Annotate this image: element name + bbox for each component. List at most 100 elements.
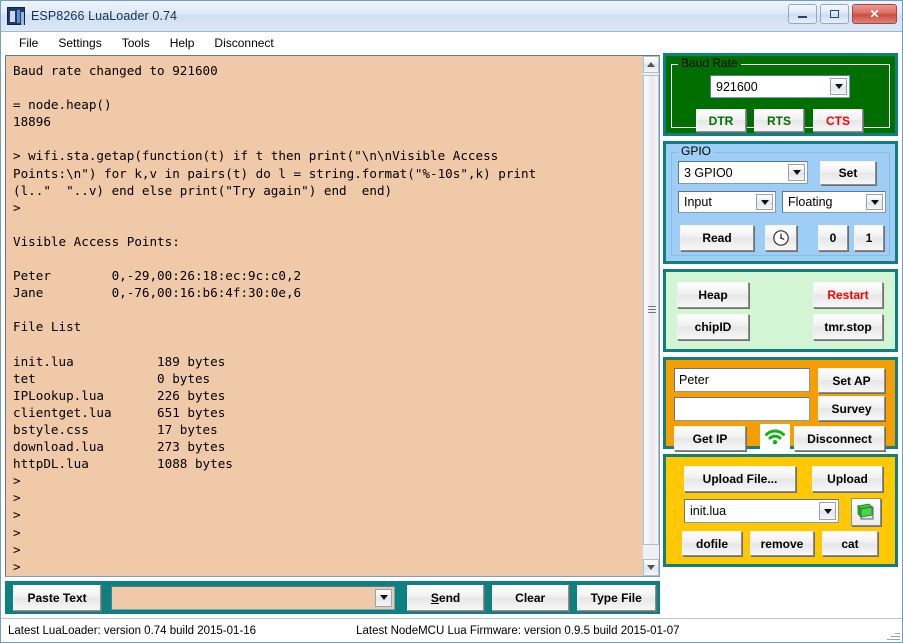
survey-button[interactable]: Survey: [818, 396, 885, 421]
menu-item-file[interactable]: File: [9, 35, 48, 51]
commands-panel: Heap chipID Restart tmr.stop: [663, 269, 898, 352]
baud-rate-group: Baud Rate 921600 DTR RTS CTS: [671, 64, 890, 128]
scrollbar-grip-icon: [648, 306, 656, 315]
send-label-rest: end: [439, 591, 460, 605]
window-title: ESP8266 LuaLoader 0.74: [31, 9, 177, 23]
wifi-ssid-input[interactable]: Peter: [674, 368, 810, 392]
type-file-button[interactable]: Type File: [577, 585, 656, 611]
chipid-button[interactable]: chipID: [677, 314, 749, 340]
notepad-icon: [856, 502, 876, 522]
app-logo-icon: [7, 7, 25, 25]
send-accel-letter: S: [431, 591, 439, 605]
restart-button[interactable]: Restart: [813, 282, 883, 308]
gpio-group-title: GPIO: [678, 144, 714, 158]
command-dropdown-button[interactable]: [375, 589, 392, 607]
gpio-direction-select[interactable]: Input: [678, 191, 776, 213]
window-body: Baud rate changed to 921600 = node.heap(…: [0, 53, 903, 618]
baud-rate-dropdown-button[interactable]: [830, 78, 847, 95]
dofile-button[interactable]: dofile: [682, 531, 742, 556]
baud-rate-value: 921600: [716, 80, 758, 94]
get-ip-button[interactable]: Get IP: [674, 426, 746, 451]
menu-item-help[interactable]: Help: [160, 35, 205, 51]
wifi-panel: Peter Set AP Survey Get IP Disconnect: [663, 357, 898, 449]
file-select-dropdown-button[interactable]: [819, 502, 836, 520]
paste-text-button[interactable]: Paste Text: [13, 585, 101, 611]
heap-button[interactable]: Heap: [677, 282, 749, 308]
chevron-up-icon: [647, 62, 655, 67]
file-select-value: init.lua: [690, 504, 726, 518]
terminal-scrollbar[interactable]: [642, 56, 659, 576]
upload-file-button[interactable]: Upload File...: [684, 466, 796, 492]
dtr-button[interactable]: DTR: [696, 109, 746, 132]
wifi-ssid-value: Peter: [679, 373, 709, 387]
chevron-down-icon: [824, 509, 832, 514]
wifi-password-input[interactable]: [674, 397, 810, 421]
gpio-pin-dropdown-button[interactable]: [788, 164, 805, 181]
status-firmware-version: Latest NodeMCU Lua Firmware: version 0.9…: [356, 625, 679, 637]
right-panel-column: Baud Rate 921600 DTR RTS CTS GPIO: [663, 53, 898, 572]
terminal-output: Baud rate changed to 921600 = node.heap(…: [13, 62, 637, 574]
command-input[interactable]: [111, 586, 395, 610]
resize-grip-icon[interactable]: [887, 627, 900, 640]
menu-item-disconnect[interactable]: Disconnect: [204, 35, 283, 51]
upload-button[interactable]: Upload: [812, 466, 883, 492]
gpio-mode-value: Floating: [788, 195, 832, 209]
gpio-mode-select[interactable]: Floating: [782, 191, 886, 213]
tmr-stop-button[interactable]: tmr.stop: [813, 314, 883, 340]
file-select[interactable]: init.lua: [684, 499, 839, 523]
status-bar: Latest LuaLoader: version 0.74 build 201…: [0, 618, 903, 643]
gpio-direction-value: Input: [684, 195, 712, 209]
status-loader-version: Latest LuaLoader: version 0.74 build 201…: [8, 625, 256, 637]
remove-button[interactable]: remove: [750, 531, 814, 556]
gpio-pin-select[interactable]: 3 GPIO0: [678, 161, 808, 184]
gpio-high-button[interactable]: 1: [854, 225, 884, 251]
chevron-down-icon: [871, 200, 879, 205]
scrollbar-thumb[interactable]: [643, 75, 659, 545]
chevron-down-icon: [380, 595, 388, 600]
app-window: ESP8266 LuaLoader 0.74 ✕ File Settings T…: [0, 0, 903, 643]
minimize-icon: [798, 16, 807, 18]
title-bar: ESP8266 LuaLoader 0.74 ✕: [0, 0, 903, 32]
files-panel: Upload File... Upload init.lua: [663, 454, 898, 567]
gpio-direction-dropdown-button[interactable]: [756, 194, 773, 210]
rts-button[interactable]: RTS: [754, 109, 804, 132]
minimize-button[interactable]: [788, 4, 817, 24]
gpio-pin-value: 3 GPIO0: [684, 166, 733, 180]
send-button[interactable]: Send: [407, 585, 484, 611]
close-icon: ✕: [853, 5, 896, 23]
open-editor-button[interactable]: [851, 498, 881, 526]
scroll-up-button[interactable]: [643, 56, 659, 73]
window-controls: ✕: [788, 4, 897, 24]
scroll-down-button[interactable]: [643, 559, 659, 576]
maximize-button[interactable]: [820, 4, 849, 24]
cat-button[interactable]: cat: [822, 531, 878, 556]
menu-item-tools[interactable]: Tools: [112, 35, 160, 51]
clock-icon: [772, 229, 790, 247]
baud-rate-group-title: Baud Rate: [678, 56, 741, 70]
chevron-down-icon: [647, 565, 655, 570]
gpio-timer-button[interactable]: [765, 225, 797, 251]
baud-rate-select[interactable]: 921600: [710, 75, 850, 98]
gpio-read-button[interactable]: Read: [680, 225, 754, 251]
chevron-down-icon: [835, 84, 843, 89]
gpio-set-button[interactable]: Set: [820, 161, 876, 185]
gpio-low-button[interactable]: 0: [818, 225, 848, 251]
chevron-down-icon: [761, 200, 769, 205]
chevron-down-icon: [793, 170, 801, 175]
menu-item-settings[interactable]: Settings: [48, 35, 111, 51]
close-button[interactable]: ✕: [852, 4, 897, 24]
maximize-icon: [830, 10, 839, 18]
clear-button[interactable]: Clear: [492, 585, 569, 611]
wifi-signal-icon: [764, 428, 786, 446]
wifi-signal-indicator: [760, 424, 790, 450]
gpio-panel: GPIO 3 GPIO0 Set Input: [663, 141, 898, 264]
gpio-group: GPIO 3 GPIO0 Set Input: [671, 152, 890, 256]
menu-bar: File Settings Tools Help Disconnect: [0, 32, 903, 53]
baud-rate-panel: Baud Rate 921600 DTR RTS CTS: [663, 53, 898, 136]
command-toolbar: Paste Text Send Clear Type File: [5, 581, 660, 614]
set-ap-button[interactable]: Set AP: [818, 368, 885, 393]
gpio-mode-dropdown-button[interactable]: [866, 194, 883, 210]
terminal-panel[interactable]: Baud rate changed to 921600 = node.heap(…: [5, 55, 660, 577]
disconnect-button[interactable]: Disconnect: [794, 426, 885, 451]
cts-button[interactable]: CTS: [813, 109, 863, 132]
